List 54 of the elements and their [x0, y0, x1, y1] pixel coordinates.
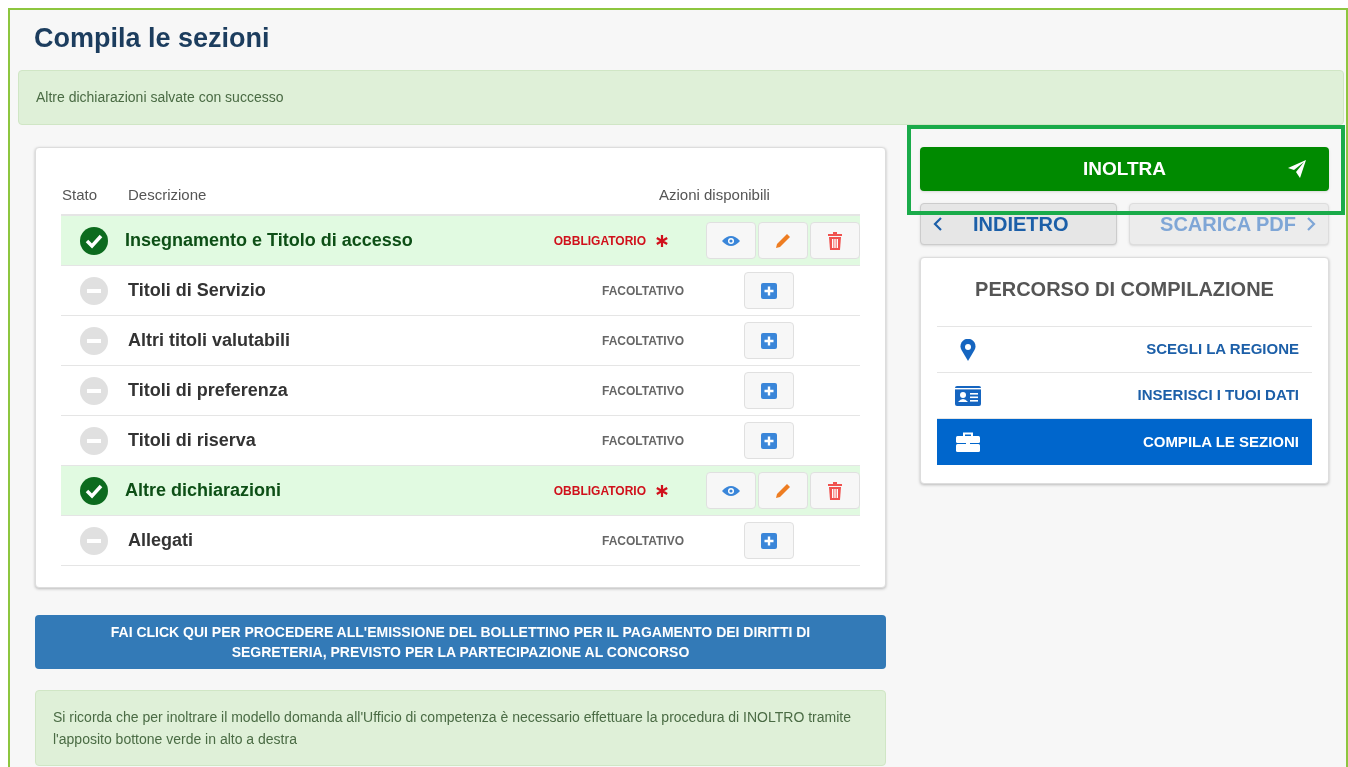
requirement-label: OBBLIGATORIO	[553, 482, 646, 500]
section-name: Allegati	[128, 529, 194, 552]
plus-square-icon	[761, 432, 777, 449]
eye-icon	[721, 234, 741, 247]
pencil-icon	[774, 481, 792, 500]
section-name: Altri titoli valutabili	[128, 329, 291, 352]
requirement-label: FACOLTATIVO	[602, 532, 684, 550]
section-name: Altre dichiarazioni	[125, 479, 283, 502]
trash-icon	[827, 231, 843, 250]
add-button[interactable]	[744, 272, 794, 309]
column-header: Stato	[61, 185, 99, 205]
column-header: Descrizione	[128, 185, 208, 205]
requirement-label: FACOLTATIVO	[602, 432, 684, 450]
section-name: Insegnamento e Titolo di accesso	[125, 229, 414, 252]
pencil-icon	[774, 231, 792, 250]
id-card-icon	[955, 385, 981, 406]
edit-button[interactable]	[758, 472, 808, 509]
requirement-label: FACOLTATIVO	[602, 332, 684, 350]
path-step[interactable]: COMPILA LE SEZIONI	[937, 419, 1312, 465]
alert-text: Altre dichiarazioni salvate con successo	[36, 88, 284, 107]
eye-icon	[721, 484, 741, 497]
section-name: Titoli di Servizio	[128, 279, 267, 302]
delete-button[interactable]	[810, 472, 860, 509]
chevron-left-icon	[933, 216, 943, 232]
section-name: Titoli di preferenza	[128, 379, 289, 402]
column-header: Azioni disponibili	[659, 185, 770, 205]
plus-square-icon	[761, 332, 777, 349]
asterisk-icon	[655, 483, 669, 498]
briefcase-icon	[956, 432, 980, 452]
add-button[interactable]	[744, 522, 794, 559]
requirement-label: OBBLIGATORIO	[553, 232, 646, 250]
view-button[interactable]	[706, 222, 756, 259]
note-text: Si ricorda che per inoltrare il modello domanda all'Ufficio di competenza è necessario effettuare la procedura di INOLTRO tramite l'apposito bottone verde in alto a destra	[53, 708, 852, 749]
chevron-right-icon	[1306, 216, 1316, 232]
requirement-label: FACOLTATIVO	[602, 282, 684, 300]
asterisk-icon	[655, 233, 669, 248]
payment-button[interactable]: FAI CLICK QUI PER PROCEDERE ALL'EMISSIONE DEL BOLLETTINO PER IL PAGAMENTO DEI DIRITTI DI SEGRETERIA, PREVISTO PER LA PARTECIPAZIONE AL CONCORSO	[35, 615, 886, 669]
plus-square-icon	[761, 382, 777, 399]
requirement-label: FACOLTATIVO	[602, 382, 684, 400]
plus-square-icon	[761, 282, 777, 299]
add-button[interactable]	[744, 422, 794, 459]
view-button[interactable]	[706, 472, 756, 509]
submit-button[interactable]: INOLTRA	[920, 147, 1329, 191]
back-button[interactable]: INDIETRO	[920, 203, 1117, 245]
add-button[interactable]	[744, 322, 794, 359]
paper-plane-icon	[1287, 159, 1307, 179]
trash-icon	[827, 481, 843, 500]
delete-button[interactable]	[810, 222, 860, 259]
plus-square-icon	[761, 532, 777, 549]
page-title: Compila le sezioni	[34, 22, 271, 55]
section-name: Titoli di riserva	[128, 429, 257, 452]
add-button[interactable]	[744, 372, 794, 409]
map-pin-icon	[960, 338, 976, 361]
edit-button[interactable]	[758, 222, 808, 259]
